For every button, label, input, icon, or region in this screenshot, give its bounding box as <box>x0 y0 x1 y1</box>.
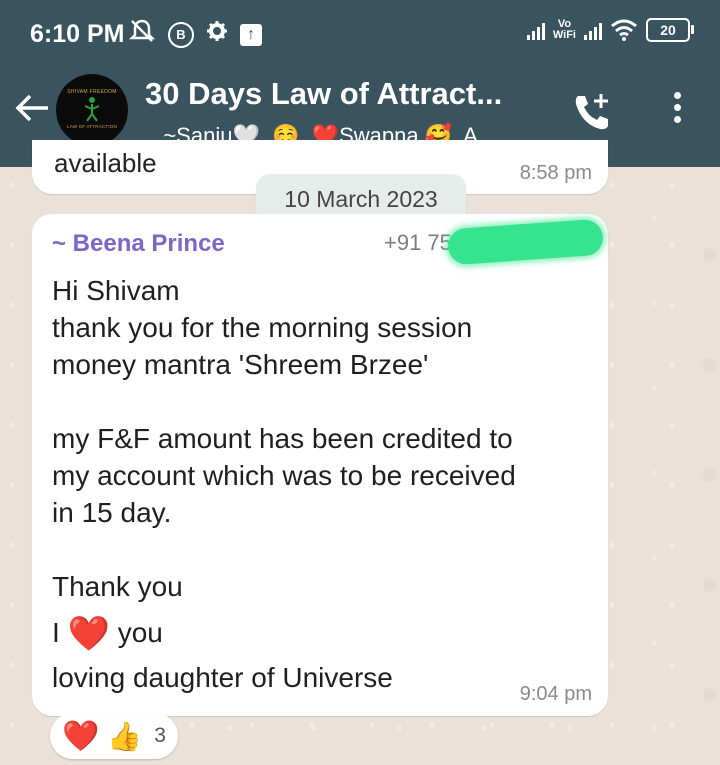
upload-icon: ↑ <box>240 24 262 46</box>
message-line: Hi Shivam <box>52 275 180 306</box>
message-line: in 15 day. <box>52 497 172 528</box>
message-bubble[interactable]: ~ Beena Prince +91 75 Hi Shivam thank yo… <box>32 214 608 716</box>
status-bar: 6:10 PM B ↑ Vo WiFi 20 <box>0 0 720 68</box>
sender-name[interactable]: ~ Beena Prince <box>52 230 225 258</box>
signal-icon <box>584 20 602 40</box>
more-options-button[interactable] <box>670 92 684 128</box>
group-avatar[interactable]: SHIVAM FREEDOM LAW OF ATTRACTION <box>56 74 128 146</box>
avatar-figure-icon <box>82 96 102 127</box>
previous-message-text: available <box>54 148 157 178</box>
b-badge-icon: B <box>168 22 194 48</box>
heart-reaction-emoji: ❤️ <box>62 719 100 753</box>
message-line: I ❤️ you <box>52 615 163 653</box>
message-line: my F&F amount has been credited to <box>52 423 513 454</box>
phone-add-icon <box>575 94 608 130</box>
sender-phone: +91 75 <box>384 230 452 255</box>
message-reactions[interactable]: ❤️ 👍 3 <box>50 713 178 759</box>
reaction-count: 3 <box>154 724 166 747</box>
gear-icon <box>206 20 228 50</box>
battery-icon: 20 <box>646 18 694 42</box>
message-line <box>52 383 592 420</box>
add-call-button[interactable] <box>570 90 614 139</box>
status-notification-icons: B ↑ <box>128 18 262 52</box>
message-text: Hi Shivam thank you for the morning sess… <box>52 272 592 696</box>
chat-title[interactable]: 30 Days Law of Attract... <box>145 76 502 112</box>
message-line: money mantra 'Shreem Brzee' <box>52 349 429 380</box>
message-line: thank you for the morning session <box>52 312 473 343</box>
back-arrow-icon[interactable] <box>14 92 50 129</box>
vowifi-icon: Vo WiFi <box>552 18 576 41</box>
red-heart-emoji: ❤️ <box>67 615 110 653</box>
thumbs-up-reaction-emoji: 👍 <box>107 720 143 752</box>
signal-icon <box>526 20 545 40</box>
message-line: Thank you <box>52 571 183 602</box>
redaction-mark <box>446 218 605 266</box>
status-time: 6:10 PM <box>30 20 125 48</box>
message-line: my account which was to be received <box>52 460 516 491</box>
message-line: loving daughter of Universe <box>52 662 393 693</box>
mute-notification-icon <box>128 18 156 52</box>
message-line <box>52 531 592 568</box>
previous-message-time: 8:58 pm <box>519 162 592 184</box>
message-time: 9:04 pm <box>519 683 592 705</box>
status-system-icons: Vo WiFi 20 <box>526 18 694 42</box>
wifi-icon <box>610 19 638 41</box>
